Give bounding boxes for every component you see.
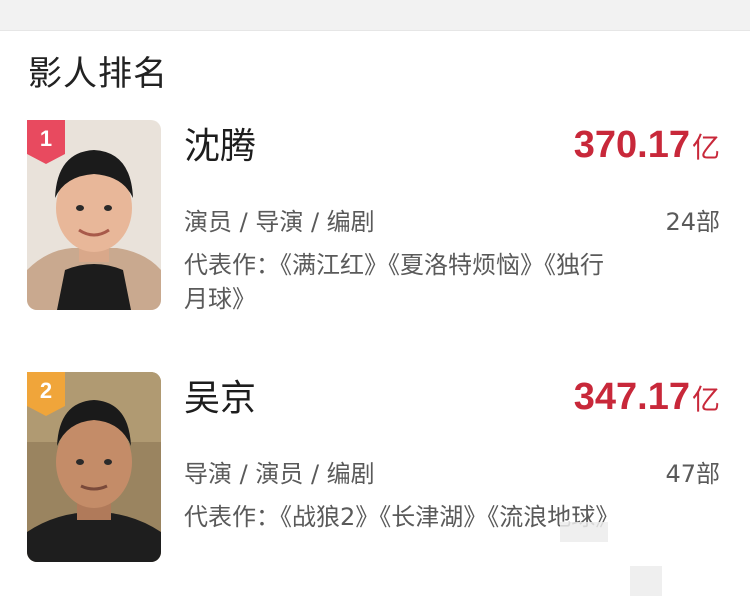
ranking-card[interactable]: 2 吴京 347.17亿 导演 / 演员 / 编剧 47部 代表作：《战狼2》《…	[0, 372, 750, 572]
rank-badge: 2	[27, 372, 65, 416]
section-title: 影人排名	[28, 54, 168, 94]
person-roles: 演员 / 导演 / 编剧	[184, 208, 375, 236]
box-office-value: 370.17	[573, 124, 690, 166]
works-count: 47部	[665, 460, 720, 488]
person-roles: 导演 / 演员 / 编剧	[184, 460, 375, 488]
box-office-unit: 亿	[691, 131, 720, 164]
top-strip	[0, 0, 750, 31]
rank-number: 2	[39, 378, 53, 403]
ranking-card[interactable]: 1 沈腾 370.17亿 演员 / 导演 / 编剧 24部 代表作：《满江红》《…	[0, 120, 750, 320]
rank-badge: 1	[27, 120, 65, 164]
box-office: 370.17亿	[574, 122, 720, 168]
person-name[interactable]: 沈腾	[184, 124, 256, 170]
box-office-unit: 亿	[691, 383, 720, 416]
representative-works: 代表作：《战狼2》《长津湖》《流浪地球》	[184, 503, 620, 531]
rank-number: 1	[39, 126, 53, 151]
box-office: 347.17亿	[574, 374, 720, 420]
blur-patch	[630, 566, 662, 596]
representative-works: 代表作：《满江红》《夏洛特烦恼》《独行月球》	[184, 251, 604, 313]
box-office-value: 347.17	[573, 376, 690, 418]
works-count: 24部	[665, 208, 720, 236]
blur-patch	[560, 522, 608, 542]
person-name[interactable]: 吴京	[184, 376, 256, 422]
